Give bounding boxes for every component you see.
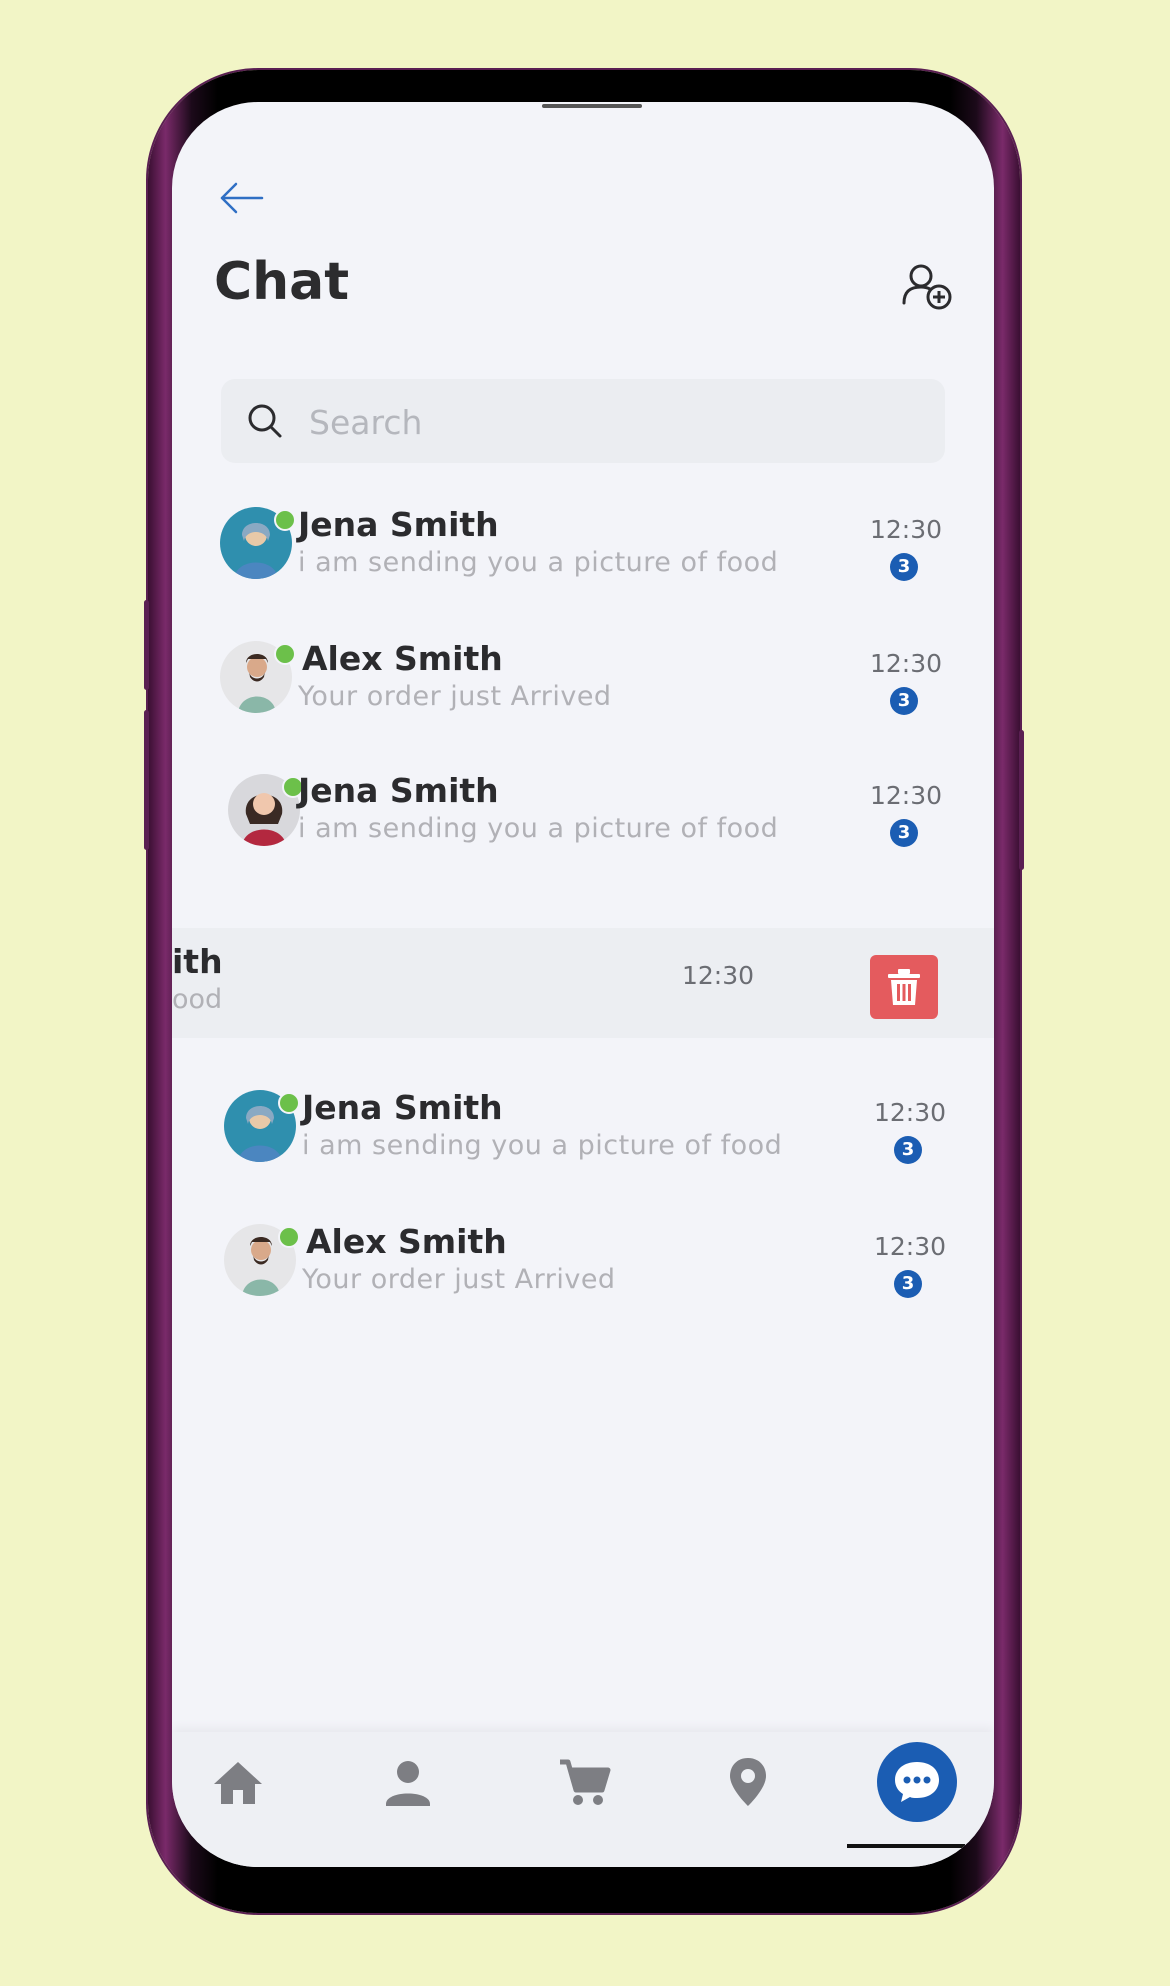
volume-down-button [144,710,149,850]
chat-nav-button[interactable] [877,1742,957,1822]
chat-item[interactable]: Jena Smith i am sending you a picture of… [172,753,994,863]
chat-time: 12:30 [870,781,943,810]
home-icon[interactable] [210,1754,266,1810]
chat-name: Alex Smith [306,1222,507,1261]
avatar [220,641,296,713]
chat-time: 12:30 [682,961,755,990]
online-indicator [274,643,296,665]
search-input[interactable] [307,393,911,451]
search-bar[interactable] [221,379,945,463]
cart-icon[interactable] [556,1754,612,1810]
chat-preview: i am sending you a picture of food [298,547,779,578]
chat-preview: ood [172,984,223,1015]
chat-preview: i am sending you a picture of food [298,813,779,844]
add-user-icon[interactable] [899,259,955,315]
search-icon [248,404,282,438]
page-title: Chat [214,252,350,312]
swiped-chat-item[interactable]: ith ood 12:30 [172,928,994,1038]
chat-preview: i am sending you a picture of food [302,1130,783,1161]
chat-name: Jena Smith [298,505,499,544]
avatar [224,1090,300,1162]
avatar [224,1224,300,1296]
chat-item[interactable]: Alex Smith Your order just Arrived 12:30… [172,621,994,731]
profile-icon[interactable] [380,1754,436,1810]
notch [542,104,642,108]
online-indicator [274,509,296,531]
unread-badge: 3 [890,553,918,581]
unread-badge: 3 [890,687,918,715]
app-screen: Chat Search Jena Smith i am sending you … [172,102,994,1867]
chat-item[interactable]: Alex Smith Your order just Arrived 12:30… [172,1204,994,1314]
chat-item[interactable]: Jena Smith i am sending you a picture of… [172,1070,994,1180]
online-indicator [278,1226,300,1248]
back-arrow-icon[interactable] [218,178,266,218]
chat-name: Jena Smith [298,771,499,810]
trash-icon [888,969,920,1005]
chat-time: 12:30 [870,515,943,544]
chat-name: Jena Smith [302,1088,503,1127]
chat-time: 12:30 [874,1232,947,1261]
location-icon[interactable] [720,1754,776,1810]
power-button [1019,730,1024,870]
chat-preview: Your order just Arrived [302,1264,616,1295]
chat-name: Alex Smith [302,639,503,678]
chat-preview: Your order just Arrived [298,681,612,712]
active-tab-indicator [847,1844,965,1848]
delete-button[interactable] [870,955,938,1019]
chat-time: 12:30 [874,1098,947,1127]
volume-up-button [144,600,149,690]
chat-icon [895,1762,939,1802]
chat-name: ith [172,942,223,981]
avatar [228,774,304,846]
online-indicator [278,1092,300,1114]
unread-badge: 3 [894,1136,922,1164]
unread-badge: 3 [894,1270,922,1298]
phone-frame: Chat Search Jena Smith i am sending you … [144,70,1024,1913]
bottom-nav [172,1732,994,1867]
chat-time: 12:30 [870,649,943,678]
chat-item[interactable]: Jena Smith i am sending you a picture of… [172,487,994,597]
unread-badge: 3 [890,819,918,847]
avatar [220,507,296,579]
